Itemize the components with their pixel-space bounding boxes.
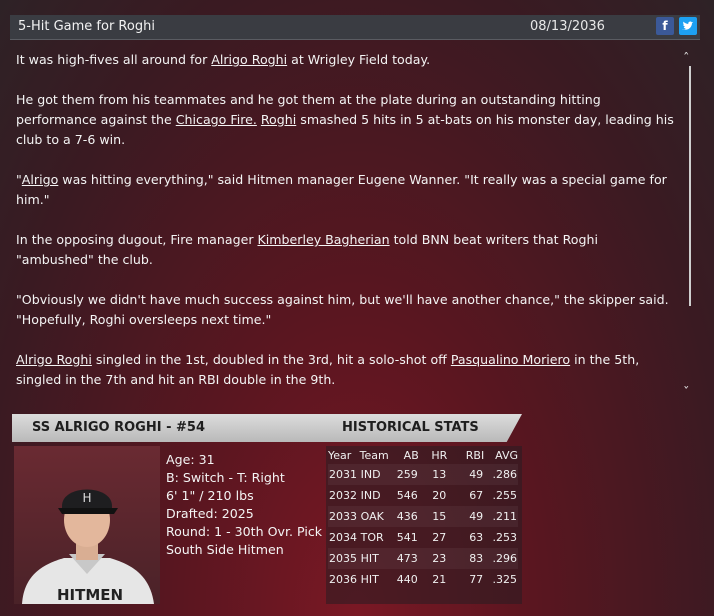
player-age: Age: 31 <box>166 452 215 467</box>
twitter-icon[interactable] <box>679 17 697 35</box>
pitcher-link[interactable]: Pasqualino Moriero <box>451 352 570 367</box>
article-paragraph: "Obviously we didn't have much success a… <box>16 292 669 327</box>
player-draft-round: Round: 1 - 30th Ovr. Pick <box>166 524 323 539</box>
table-row: 2032 IND 546 20 67.255 <box>329 489 517 502</box>
historical-stats-heading: HISTORICAL STATS <box>342 420 479 435</box>
player-drafted: Drafted: 2025 <box>166 506 254 521</box>
stats-header-row: Year Team AB HR RBI AVG <box>328 446 518 464</box>
stats-column-header: Team <box>359 448 389 462</box>
stats-column-header: AB <box>403 448 419 462</box>
stats-column-header: AVG <box>495 448 518 462</box>
scroll-down-icon[interactable]: ˇ <box>683 386 690 401</box>
stats-column-header: Year <box>328 448 352 462</box>
player-height-weight: 6' 1" / 210 lbs <box>166 488 254 503</box>
article-header: 5-Hit Game for Roghi 08/13/2036 f <box>10 15 700 40</box>
historical-stats-table: Year Team AB HR RBI AVG 2031 IND 259 13 49.2… <box>326 446 522 604</box>
facebook-icon[interactable]: f <box>656 17 674 35</box>
article-paragraph: "Alrigo was hitting everything," said Hi… <box>16 172 667 207</box>
scroll-up-icon[interactable]: ˆ <box>683 52 690 67</box>
player-bats-throws: B: Switch - T: Right <box>166 470 285 485</box>
stats-column-header: HR <box>431 448 448 462</box>
table-row: 2031 IND 259 13 49.286 <box>328 464 518 485</box>
player-link[interactable]: Alrigo Roghi <box>211 52 287 67</box>
article-title: 5-Hit Game for Roghi <box>18 19 155 34</box>
manager-link[interactable]: Kimberley Bagherian <box>258 232 390 247</box>
article-paragraph: In the opposing dugout, Fire manager Kim… <box>16 232 598 267</box>
stats-column-header: RBI <box>465 448 485 462</box>
table-row: 2036 HIT 440 21 77.325 <box>329 573 517 586</box>
player-link[interactable]: Roghi <box>261 112 296 127</box>
table-row: 2035 HIT 473 23 83.296 <box>328 548 518 569</box>
player-photo: H HITMEN <box>14 446 160 604</box>
player-heading: SS ALRIGO ROGHI - #54 <box>32 420 205 435</box>
article-paragraph: He got them from his teammates and he go… <box>16 92 674 147</box>
table-row: 2034 TOR 541 27 63.253 <box>329 531 517 544</box>
player-link[interactable]: Alrigo Roghi <box>16 352 92 367</box>
player-link[interactable]: Alrigo <box>22 172 59 187</box>
article-body: It was high-fives all around for Alrigo … <box>16 50 676 410</box>
player-bio: Age: 31 B: Switch - T: Right 6' 1" / 210… <box>166 451 322 559</box>
article-paragraph: Alrigo Roghi singled in the 1st, doubled… <box>16 352 640 387</box>
scrollbar[interactable] <box>689 66 691 306</box>
table-row: 2033 OAK 436 15 49.211 <box>328 506 518 527</box>
article-date: 08/13/2036 <box>530 19 605 34</box>
player-team: South Side Hitmen <box>166 542 284 557</box>
player-panel-header: SS ALRIGO ROGHI - #54 HISTORICAL STATS <box>12 414 522 442</box>
jersey-text: HITMEN <box>57 586 123 604</box>
team-link[interactable]: Chicago Fire. <box>176 112 257 127</box>
svg-text:H: H <box>82 491 91 505</box>
article-paragraph: It was high-fives all around for Alrigo … <box>16 52 431 67</box>
